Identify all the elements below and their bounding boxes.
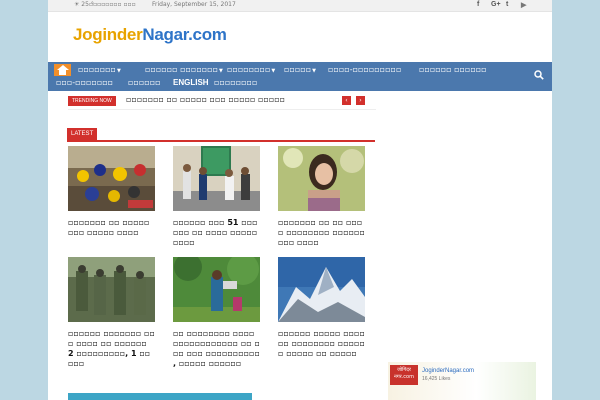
trending-bar: TRENDING NOW ▫▫▫▫▫▫▫ ▫▫ ▫▫▫▫▫ ▫▫▫ ▫▫▫▫▫ … (68, 95, 376, 110)
trending-prev-button[interactable]: ‹ (342, 96, 351, 105)
article-thumbnail[interactable] (278, 257, 365, 322)
weather-city: ▫▫▫▫▫▫▫▫ ▫▫▫ (89, 1, 136, 8)
trending-badge: TRENDING NOW (68, 96, 116, 106)
nav-item-5[interactable]: ▫▫▫▫-▫▫▫▫▫▫▫▫▫ (328, 64, 401, 75)
section-header-strip (68, 393, 252, 400)
article-title[interactable]: ▫▫▫▫▫▫▫ ▫▫ ▫▫ ▫▫▫▫ ▫▫▫▫▫▫▫▫ ▫▫▫▫▫▫ ▫▫▫ ▫… (278, 218, 365, 248)
article-thumbnail[interactable] (173, 253, 260, 322)
date-text: Friday, September 15, 2017 (152, 1, 236, 8)
trending-next-button[interactable]: › (356, 96, 365, 105)
twitter-icon[interactable]: t (506, 1, 508, 8)
nav-item-1[interactable]: ▫▫▫▫▫▫▫▼ (78, 64, 121, 77)
home-icon[interactable] (54, 64, 71, 76)
article-title[interactable]: ▫▫ ▫▫▫▫▫▫▫▫ ▫▫▫▫ ▫▫▫▫▫▫▫▫▫▫▫▫ ▫▫ ▫▫▫ ▫▫▫… (173, 329, 260, 369)
article-title[interactable]: ▫▫▫▫▫▫▫ ▫▫ ▫▫▫▫▫ ▫▫▫ ▫▫▫▫▫ ▫▫▫▫ (68, 218, 155, 238)
article-title[interactable]: ▫▫▫▫▫▫ ▫▫▫▫▫▫▫ ▫▫▫ ▫▫▫▫ ▫▫ ▫▫▫▫▫▫ 2 ▫▫▫▫… (68, 329, 155, 369)
latest-label: LATEST (67, 128, 98, 140)
nav-item-3[interactable]: ▫▫▫▫▫▫▫▫▼ (227, 64, 275, 77)
youtube-icon[interactable]: ▶ (521, 1, 526, 9)
main-nav: ▫▫▫▫▫▫▫▼ ▫▫▫▫▫▫ ▫▫▫▫▫▫▫▼ ▫▫▫▫▫▫▫▫▼ ▫▫▫▫▫… (48, 62, 552, 91)
article-card[interactable]: ▫▫▫▫▫▫ ▫▫▫ 51 ▫▫▫▫▫▫ ▫▫ ▫▫▫▫ ▫▫▫▫▫▫▫▫▫ (173, 146, 260, 248)
nav-item-10[interactable]: ▫▫▫▫▫▫▫▫ (214, 77, 257, 88)
article-card[interactable]: ▫▫▫▫▫▫▫ ▫▫ ▫▫▫▫▫ ▫▫▫ ▫▫▫▫▫ ▫▫▫▫ (68, 146, 155, 238)
article-title[interactable]: ▫▫▫▫▫▫ ▫▫▫▫▫ ▫▫▫▫▫▫ ▫▫▫▫▫▫▫▫ ▫▫▫▫▫▫ ▫▫▫▫… (278, 329, 365, 359)
article-card[interactable]: ▫▫▫▫▫▫ ▫▫▫▫▫ ▫▫▫▫▫▫ ▫▫▫▫▫▫▫▫ ▫▫▫▫▫▫ ▫▫▫▫… (278, 257, 365, 359)
nav-item-8[interactable]: ▫▫▫▫▫▫ (128, 77, 161, 88)
article-card[interactable]: ▫▫▫▫▫▫ ▫▫▫▫▫▫▫ ▫▫▫ ▫▫▫▫ ▫▫ ▫▫▫▫▫▫ 2 ▫▫▫▫… (68, 257, 155, 369)
top-bar: ☀ 25 ° ▫▫▫▫▫▫▫▫ ▫▫▫ Friday, September 15… (48, 0, 552, 12)
advertisement-banner[interactable]: जोगिंदर नगर.com JoginderNagar.com 16,425… (388, 362, 536, 400)
article-thumbnail[interactable] (173, 146, 260, 211)
article-card[interactable]: ▫▫ ▫▫▫▫▫▫▫▫ ▫▫▫▫ ▫▫▫▫▫▫▫▫▫▫▫▫ ▫▫ ▫▫▫ ▫▫▫… (173, 253, 260, 369)
page: ☀ 25 ° ▫▫▫▫▫▫▫▫ ▫▫▫ Friday, September 15… (48, 0, 552, 400)
latest-section-header: LATEST (67, 128, 375, 142)
article-thumbnail[interactable] (68, 257, 155, 322)
logo-part-1: Joginder (73, 25, 143, 44)
nav-item-2[interactable]: ▫▫▫▫▫▫ ▫▫▫▫▫▫▫▼ (145, 64, 223, 77)
facebook-icon[interactable]: f (477, 1, 479, 8)
ad-likes: 16,425 Likes (422, 376, 451, 382)
nav-item-english[interactable]: ENGLISH (173, 77, 209, 88)
logo-part-2: Nagar.com (142, 25, 227, 44)
article-card[interactable]: ▫▫▫▫▫▫▫ ▫▫ ▫▫ ▫▫▫▫ ▫▫▫▫▫▫▫▫ ▫▫▫▫▫▫ ▫▫▫ ▫… (278, 146, 365, 248)
ad-url: JoginderNagar.com (422, 368, 475, 374)
ad-logo: जोगिंदर नगर.com (390, 365, 418, 385)
nav-item-4[interactable]: ▫▫▫▫▫▼ (284, 64, 316, 77)
article-title[interactable]: ▫▫▫▫▫▫ ▫▫▫ 51 ▫▫▫▫▫▫ ▫▫ ▫▫▫▫ ▫▫▫▫▫▫▫▫▫ (173, 218, 260, 248)
article-thumbnail[interactable] (68, 146, 155, 211)
trending-headline[interactable]: ▫▫▫▫▫▫▫ ▫▫ ▫▫▫▫▫ ▫▫▫ ▫▫▫▫▫ ▫▫▫▫▫ (126, 95, 285, 104)
nav-item-6[interactable]: ▫▫▫▫▫▫ ▫▫▫▫▫▫ (419, 64, 487, 75)
google-plus-icon[interactable]: G+ (491, 1, 501, 8)
nav-item-7[interactable]: ▫▫▫-▫▫▫▫▫▫▫ (56, 77, 113, 88)
search-icon[interactable] (534, 70, 544, 80)
site-logo[interactable]: JoginderNagar.com (73, 25, 227, 45)
article-thumbnail[interactable] (278, 146, 365, 211)
